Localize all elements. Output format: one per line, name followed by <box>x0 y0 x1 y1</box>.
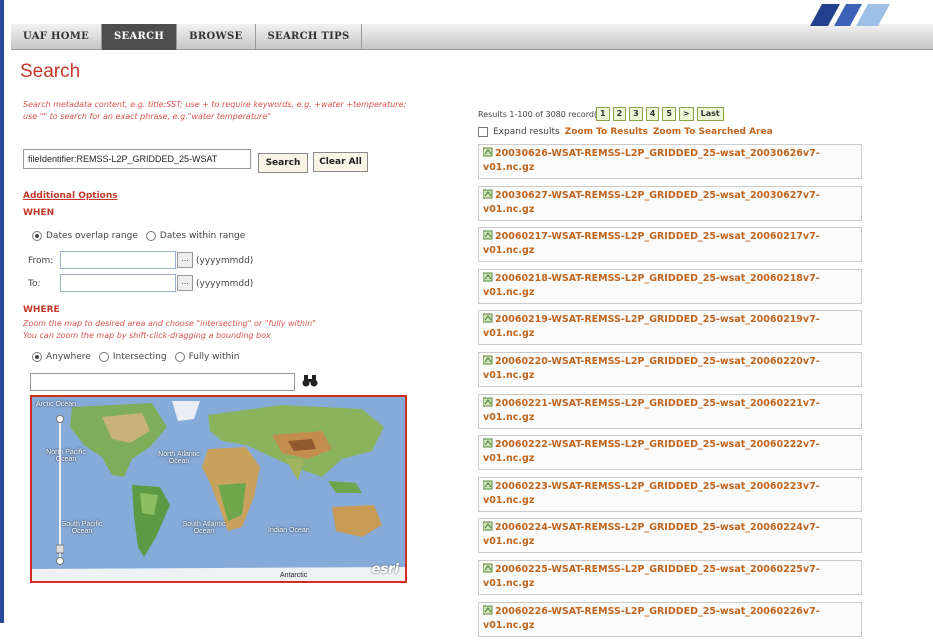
page-next[interactable]: > <box>678 107 694 121</box>
clear-all-button[interactable]: Clear All <box>313 152 368 172</box>
result-title[interactable]: 20060217-WSAT-REMSS-L2P_GRIDDED_25-wsat_… <box>483 231 820 256</box>
map-label-indian: Indian Ocean <box>268 527 310 534</box>
radio-dates-overlap-label: Dates overlap range <box>46 231 138 241</box>
binoculars-icon[interactable] <box>300 374 320 390</box>
result-item[interactable]: 20060219-WSAT-REMSS-L2P_GRIDDED_25-wsat_… <box>478 310 862 346</box>
result-title[interactable]: 20060223-WSAT-REMSS-L2P_GRIDDED_25-wsat_… <box>483 481 820 506</box>
page-4[interactable]: 4 <box>645 107 660 121</box>
zoom-to-searched-area-link[interactable]: Zoom To Searched Area <box>653 127 773 137</box>
esri-logo: esri <box>371 562 399 577</box>
search-button[interactable]: Search <box>258 153 308 173</box>
map-label-antarctic: Antarctic <box>280 572 308 579</box>
dataset-icon <box>483 230 493 240</box>
nav-uaf-home[interactable]: UAF HOME <box>11 24 103 50</box>
search-input[interactable]: fileIdentifier:REMSS-L2P_GRIDDED_25-WSAT <box>23 149 251 169</box>
page-3[interactable]: 3 <box>629 107 643 121</box>
dataset-icon <box>483 563 493 573</box>
radio-fully-within-label: Fully within <box>188 352 240 362</box>
world-map[interactable]: Arctic Ocean North Pacific Ocean North A… <box>30 395 407 583</box>
nav-browse[interactable]: BROWSE <box>177 24 256 50</box>
main-nav: UAF HOME SEARCH BROWSE SEARCH TIPS <box>11 24 363 50</box>
radio-anywhere-label: Anywhere <box>46 352 91 362</box>
result-title[interactable]: 20060218-WSAT-REMSS-L2P_GRIDDED_25-wsat_… <box>483 273 820 298</box>
from-date-input[interactable] <box>60 251 176 269</box>
nav-search[interactable]: SEARCH <box>102 24 178 50</box>
result-item[interactable]: 20060221-WSAT-REMSS-L2P_GRIDDED_25-wsat_… <box>478 393 862 429</box>
dataset-icon <box>483 313 493 323</box>
where-hint: Zoom the map to desired area and choose … <box>23 319 316 340</box>
where-heading: WHERE <box>23 305 60 315</box>
result-item[interactable]: 20060224-WSAT-REMSS-L2P_GRIDDED_25-wsat_… <box>478 518 862 554</box>
result-item[interactable]: 20060226-WSAT-REMSS-L2P_GRIDDED_25-wsat_… <box>478 601 862 637</box>
page-2[interactable]: 2 <box>612 107 627 121</box>
search-hint: Search metadata content, e.g. title:SST;… <box>23 100 407 121</box>
radio-anywhere[interactable] <box>32 352 42 362</box>
map-label-north-atlantic: North Atlantic Ocean <box>158 451 200 465</box>
map-label-arctic: Arctic Ocean <box>36 401 77 408</box>
zoom-to-results-link[interactable]: Zoom To Results <box>565 127 648 137</box>
dataset-icon <box>483 189 493 199</box>
radio-intersecting-label: Intersecting <box>112 352 167 362</box>
from-date-format: (yyyymmdd) <box>196 256 254 266</box>
result-title[interactable]: 20060220-WSAT-REMSS-L2P_GRIDDED_25-wsat_… <box>483 356 820 381</box>
to-date-format: (yyyymmdd) <box>196 279 254 289</box>
page-left-border <box>0 0 4 623</box>
result-title[interactable]: 20060219-WSAT-REMSS-L2P_GRIDDED_25-wsat_… <box>483 314 820 339</box>
world-map-image <box>32 397 405 581</box>
dataset-icon <box>483 521 493 531</box>
radio-dates-overlap[interactable] <box>32 231 42 241</box>
result-item[interactable]: 20060225-WSAT-REMSS-L2P_GRIDDED_25-wsat_… <box>478 559 862 595</box>
map-zoom-slider[interactable] <box>56 415 64 565</box>
result-title[interactable]: 20030626-WSAT-REMSS-L2P_GRIDDED_25-wsat_… <box>483 148 820 173</box>
results-summary: Results 1-100 of 3080 record(s) <box>478 110 605 119</box>
dataset-icon <box>483 438 493 448</box>
result-item[interactable]: 20060218-WSAT-REMSS-L2P_GRIDDED_25-wsat_… <box>478 268 862 304</box>
result-title[interactable]: 20060222-WSAT-REMSS-L2P_GRIDDED_25-wsat_… <box>483 439 820 464</box>
additional-options-link[interactable]: Additional Options <box>23 191 118 201</box>
result-title[interactable]: 20060226-WSAT-REMSS-L2P_GRIDDED_25-wsat_… <box>483 606 820 631</box>
result-title[interactable]: 20030627-WSAT-REMSS-L2P_GRIDDED_25-wsat_… <box>483 190 820 215</box>
from-label: From: <box>28 256 54 266</box>
map-label-south-atlantic: South Atlantic Ocean <box>182 521 226 535</box>
radio-fully-within[interactable] <box>174 352 185 362</box>
expand-results-label: Expand results <box>493 127 560 137</box>
page-title: Search <box>20 61 81 82</box>
page-1[interactable]: 1 <box>596 107 610 121</box>
radio-dates-within-label: Dates within range <box>159 231 246 241</box>
dataset-icon <box>483 605 493 615</box>
results-list: 20030626-WSAT-REMSS-L2P_GRIDDED_25-wsat_… <box>478 144 862 643</box>
result-item[interactable]: 20030627-WSAT-REMSS-L2P_GRIDDED_25-wsat_… <box>478 185 862 221</box>
result-title[interactable]: 20060224-WSAT-REMSS-L2P_GRIDDED_25-wsat_… <box>483 522 820 547</box>
result-item[interactable]: 20030626-WSAT-REMSS-L2P_GRIDDED_25-wsat_… <box>478 144 862 179</box>
map-label-north-pacific: North Pacific Ocean <box>46 449 86 463</box>
dataset-icon <box>483 272 493 282</box>
radio-dates-within[interactable] <box>145 231 156 241</box>
to-date-input[interactable] <box>60 274 176 292</box>
expand-results-row: Expand results Zoom To Results Zoom To S… <box>478 127 773 137</box>
page-5[interactable]: 5 <box>662 107 676 121</box>
result-item[interactable]: 20060222-WSAT-REMSS-L2P_GRIDDED_25-wsat_… <box>478 435 862 471</box>
from-date-picker-button[interactable]: ... <box>177 252 193 268</box>
when-heading: WHEN <box>23 208 55 218</box>
result-item[interactable]: 20060223-WSAT-REMSS-L2P_GRIDDED_25-wsat_… <box>478 476 862 512</box>
results-pager: 1 2 3 4 5 > Last <box>596 107 724 121</box>
dataset-icon <box>483 355 493 365</box>
nav-search-tips[interactable]: SEARCH TIPS <box>256 24 363 50</box>
dataset-icon <box>483 147 493 157</box>
expand-results-checkbox[interactable] <box>478 127 488 137</box>
when-radio-group: Dates overlap range Dates within range <box>32 231 245 241</box>
result-title[interactable]: 20060225-WSAT-REMSS-L2P_GRIDDED_25-wsat_… <box>483 564 820 589</box>
place-search-input[interactable] <box>30 373 295 391</box>
where-radio-group: Anywhere Intersecting Fully within <box>32 352 239 362</box>
result-title[interactable]: 20060221-WSAT-REMSS-L2P_GRIDDED_25-wsat_… <box>483 398 820 423</box>
radio-intersecting[interactable] <box>98 352 109 362</box>
dataset-icon <box>483 480 493 490</box>
dataset-icon <box>483 397 493 407</box>
result-item[interactable]: 20060220-WSAT-REMSS-L2P_GRIDDED_25-wsat_… <box>478 351 862 387</box>
to-date-picker-button[interactable]: ... <box>177 275 193 291</box>
to-label: To: <box>28 279 41 289</box>
page-last[interactable]: Last <box>696 107 724 121</box>
result-item[interactable]: 20060217-WSAT-REMSS-L2P_GRIDDED_25-wsat_… <box>478 227 862 263</box>
logo-stripes-icon <box>810 4 890 26</box>
